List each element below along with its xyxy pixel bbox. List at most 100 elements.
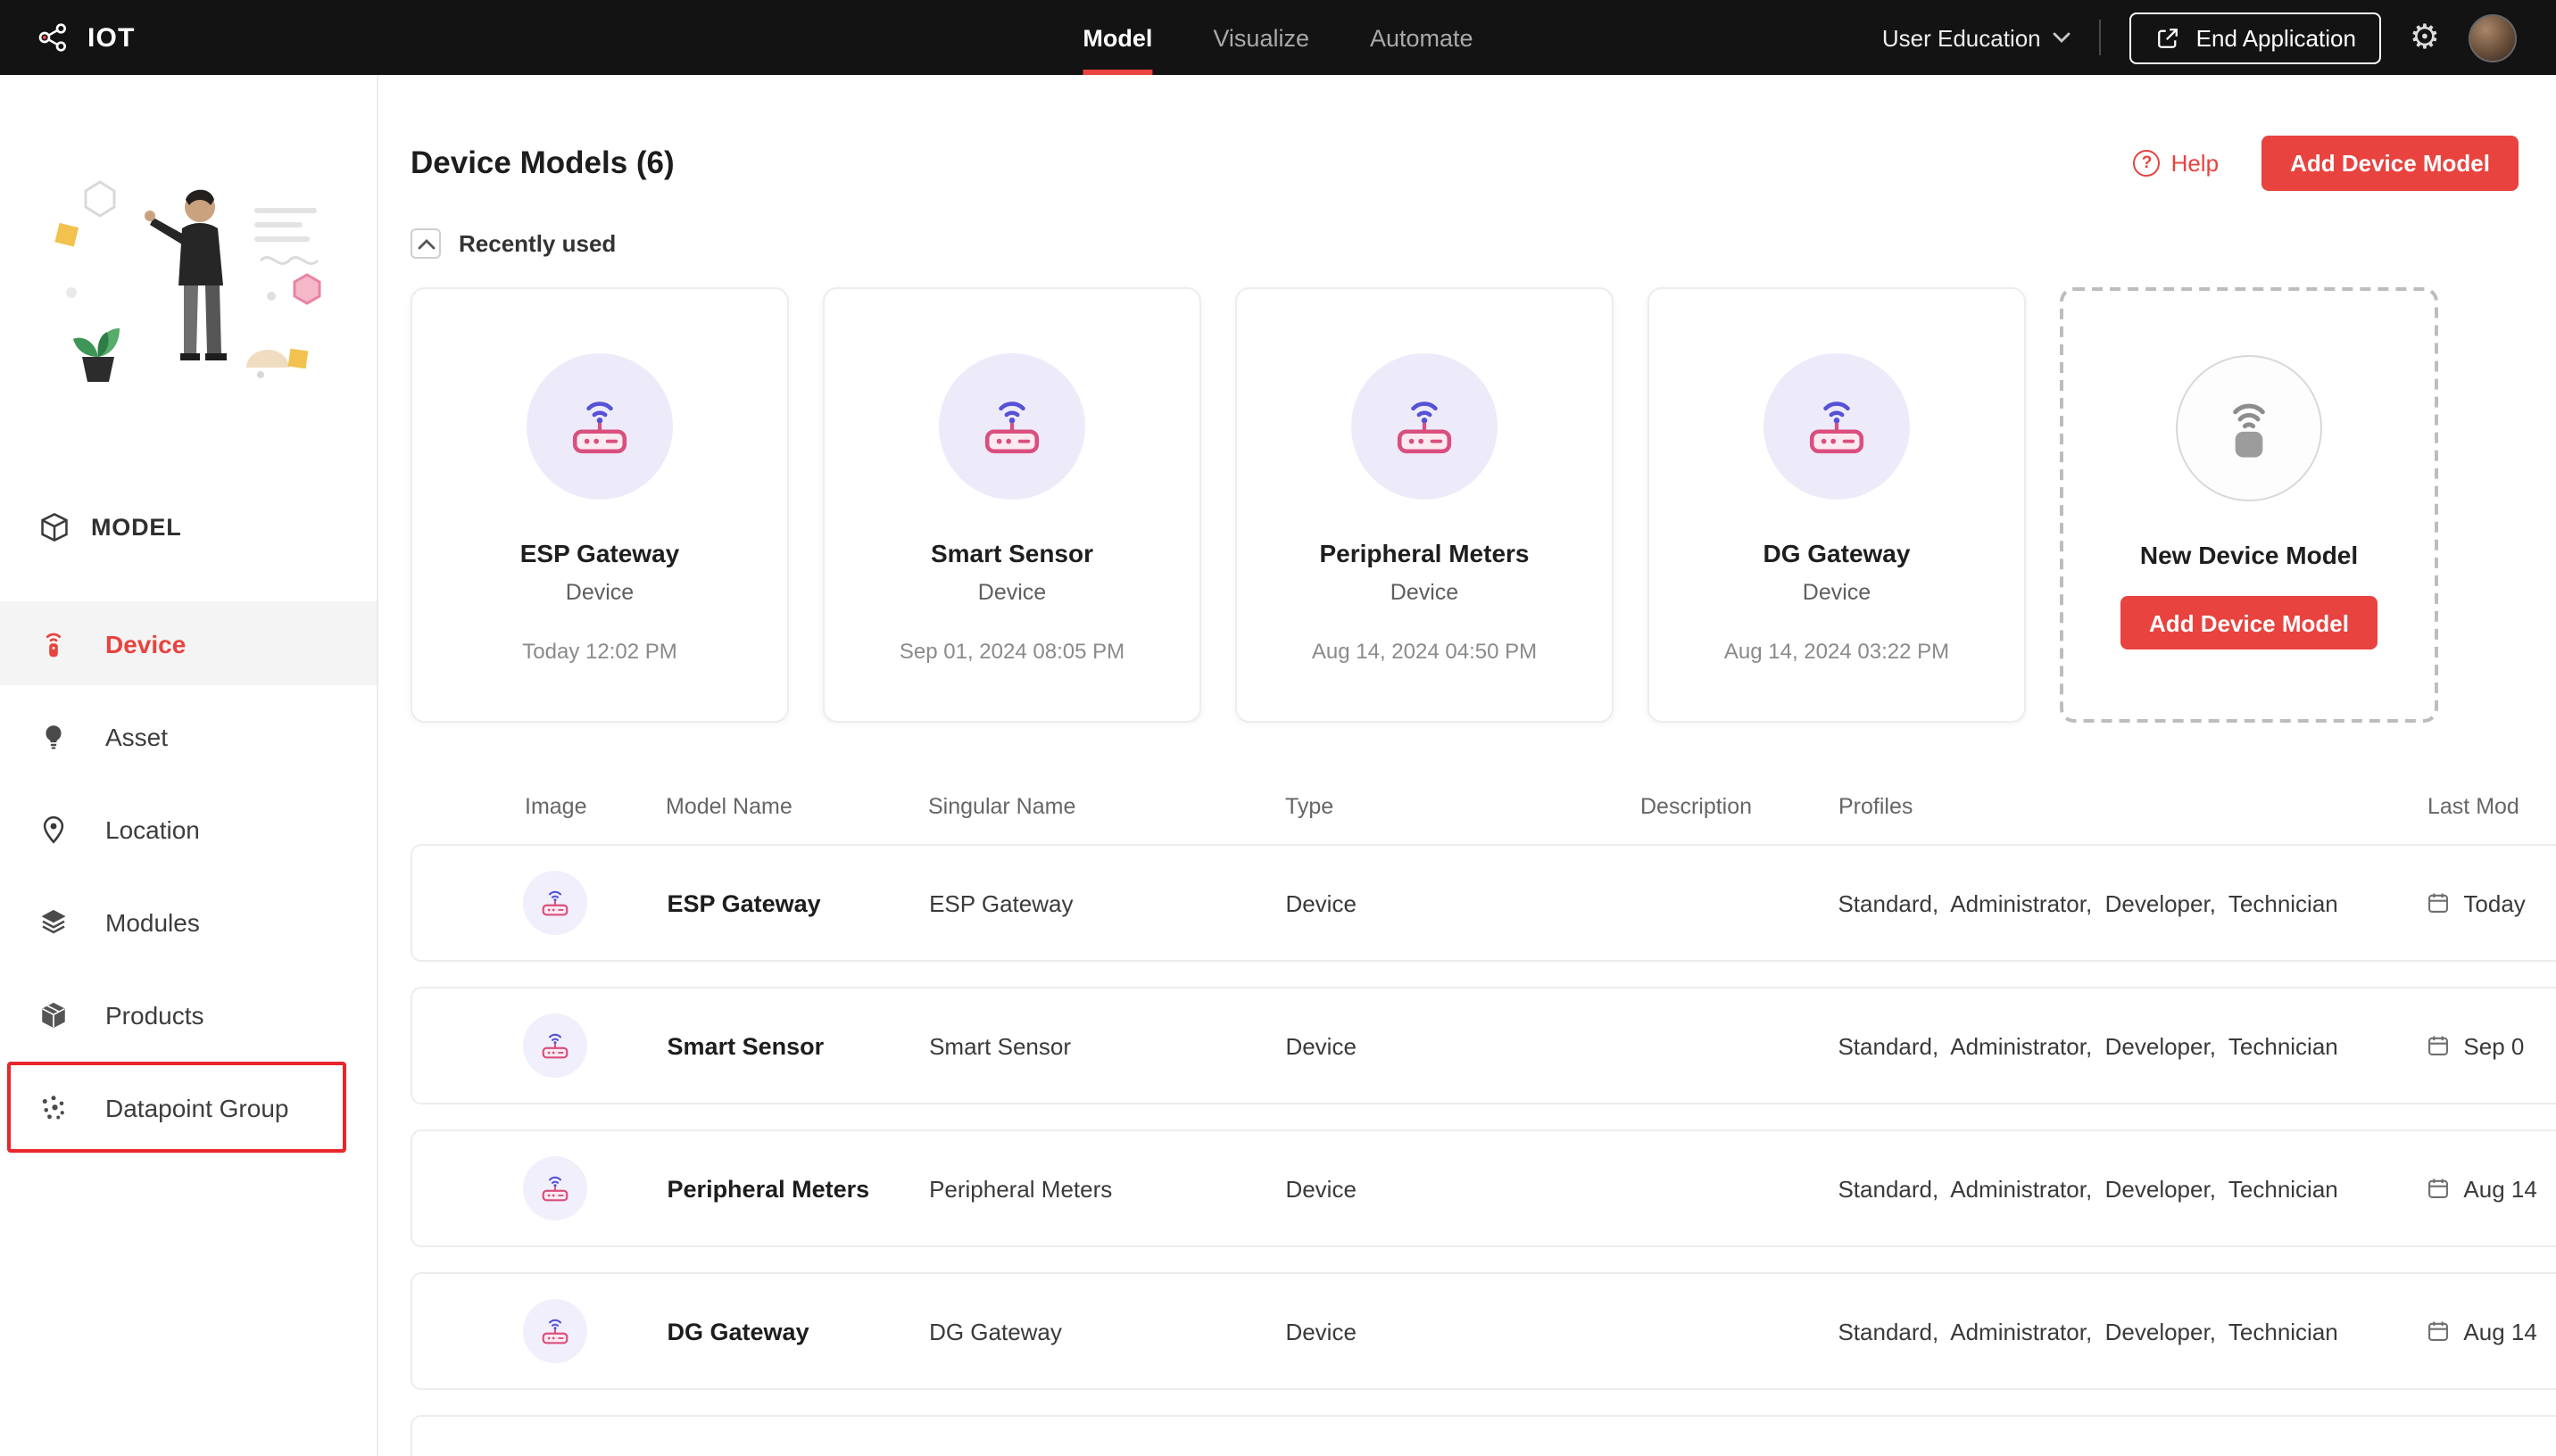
column-header-description: Description (1640, 794, 1753, 819)
sidebar-illustration (46, 157, 331, 400)
router-icon (1351, 353, 1498, 500)
router-icon (527, 353, 673, 500)
recently-used-cards: ESP Gateway Device Today 12:02 PM Smart … (378, 287, 2556, 723)
location-pin-icon (37, 813, 70, 845)
org-label: User Education (1881, 24, 2041, 51)
sidebar-item-device[interactable]: Device (0, 601, 377, 685)
device-model-card[interactable]: DG Gateway Device Aug 14, 2024 03:22 PM (1647, 287, 2026, 723)
row-singular-name: Smart Sensor (929, 1032, 1072, 1059)
row-image-cell (412, 1156, 668, 1220)
calendar-icon (2426, 1033, 2451, 1058)
device-model-card[interactable]: Smart Sensor Device Sep 01, 2024 08:05 P… (823, 287, 1201, 723)
calendar-icon (2426, 1176, 2451, 1201)
router-icon (523, 1299, 587, 1363)
head-actions: ? Help Add Device Model (2133, 136, 2519, 191)
topbar-right: User Education End Application ⚙ (1882, 12, 2556, 63)
device-models-table: Image Model Name Singular Name Type Desc… (378, 794, 2556, 1456)
add-device-model-button[interactable]: Add Device Model (2261, 136, 2519, 191)
column-header-singular-name: Singular Name (928, 794, 1076, 819)
settings-gear-icon[interactable]: ⚙ (2410, 21, 2440, 54)
column-header-last-modified: Last Mod (2427, 794, 2519, 819)
table-row[interactable]: ESP Gateway ESP Gateway Device Standard,… (411, 844, 2556, 962)
router-icon (1763, 353, 1910, 500)
column-header-type: Type (1285, 794, 1334, 819)
column-header-image: Image (525, 794, 587, 819)
router-icon (939, 353, 1085, 500)
card-model-type: Device (977, 580, 1047, 605)
column-header-model-name: Model Name (666, 794, 793, 819)
chevron-down-icon (2054, 32, 2071, 43)
card-last-used: Aug 14, 2024 03:22 PM (1723, 639, 1950, 664)
tab-automate[interactable]: Automate (1370, 0, 1473, 75)
collapse-toggle[interactable] (411, 228, 441, 259)
modules-layers-icon (37, 906, 70, 938)
row-last-modified: Aug 14 (2426, 1175, 2556, 1202)
device-model-card[interactable]: ESP Gateway Device Today 12:02 PM (411, 287, 789, 723)
row-type: Device (1285, 1175, 1357, 1202)
row-profiles: Standard, Administrator, Developer, Tech… (1838, 889, 2338, 916)
add-device-model-card-button[interactable]: Add Device Model (2120, 596, 2378, 649)
card-model-type: Device (1390, 580, 1459, 605)
calendar-icon (2426, 1319, 2451, 1344)
card-last-used: Sep 01, 2024 08:05 PM (899, 639, 1125, 664)
recently-used-label: Recently used (459, 230, 617, 257)
row-image-cell (412, 871, 668, 935)
device-icon (37, 627, 70, 659)
topbar: IOT Model Visualize Automate User Educat… (0, 0, 2556, 75)
row-singular-name: ESP Gateway (929, 889, 1074, 916)
row-singular-name: Peripheral Meters (929, 1175, 1113, 1202)
sidebar-item-location[interactable]: Location (0, 787, 377, 871)
card-last-used: Aug 14, 2024 04:50 PM (1311, 639, 1538, 664)
chevron-up-icon (417, 238, 435, 249)
new-device-icon (2176, 355, 2322, 501)
sidebar-menu: Device Asset Location Modules Products D… (0, 601, 377, 1153)
tab-visualize[interactable]: Visualize (1213, 0, 1309, 75)
table-row[interactable]: Peripheral Meters Peripheral Meters Devi… (411, 1129, 2556, 1247)
row-singular-name: DG Gateway (929, 1318, 1062, 1344)
row-last-modified: Aug 14 (2426, 1318, 2556, 1344)
row-type: Device (1285, 1318, 1357, 1344)
end-application-button[interactable]: End Application (2129, 12, 2381, 63)
sidebar-item-asset[interactable]: Asset (0, 694, 377, 778)
external-link-icon (2155, 24, 2182, 51)
sidebar-item-modules[interactable]: Modules (0, 880, 377, 964)
brand[interactable]: IOT (0, 20, 136, 55)
user-avatar[interactable] (2469, 13, 2517, 62)
device-model-card[interactable]: Peripheral Meters Device Aug 14, 2024 04… (1235, 287, 1614, 723)
sidebar: MODEL Device Asset Location Modules Prod… (0, 75, 378, 1456)
model-section-label: MODEL (91, 514, 182, 541)
table-row[interactable] (411, 1415, 2556, 1456)
org-selector[interactable]: User Education (1882, 24, 2071, 51)
tab-model[interactable]: Model (1083, 0, 1152, 75)
datapoint-group-dots-icon (37, 1091, 70, 1123)
router-icon (523, 1156, 587, 1220)
page-title: Device Models (6) (411, 145, 675, 180)
card-model-name: ESP Gateway (519, 539, 680, 567)
model-section-header: MODEL (0, 510, 377, 544)
row-type: Device (1285, 889, 1357, 916)
table-row[interactable]: DG Gateway DG Gateway Device Standard, A… (411, 1272, 2556, 1390)
card-model-type: Device (565, 580, 635, 605)
row-profiles: Standard, Administrator, Developer, Tech… (1838, 1032, 2338, 1059)
recently-used-section-header: Recently used (378, 228, 2556, 259)
new-device-card-title: New Device Model (2139, 541, 2359, 569)
row-profiles: Standard, Administrator, Developer, Tech… (1838, 1318, 2338, 1344)
card-model-name: Smart Sensor (930, 539, 1094, 567)
card-model-type: Device (1802, 580, 1871, 605)
row-model-name: Smart Sensor (667, 1032, 825, 1059)
sidebar-item-products[interactable]: Products (0, 972, 377, 1056)
topbar-divider (2099, 20, 2102, 55)
sidebar-item-datapoint-group[interactable]: Datapoint Group (0, 1062, 377, 1153)
table-row[interactable]: Smart Sensor Smart Sensor Device Standar… (411, 987, 2556, 1104)
card-last-used: Today 12:02 PM (522, 639, 677, 664)
card-model-name: DG Gateway (1763, 539, 1911, 567)
help-link[interactable]: ? Help (2133, 150, 2219, 177)
page-head: Device Models (6) ? Help Add Device Mode… (378, 75, 2556, 191)
app-window: IOT Model Visualize Automate User Educat… (0, 0, 2556, 1456)
card-model-name: Peripheral Meters (1319, 539, 1530, 567)
calendar-icon (2426, 890, 2451, 915)
row-model-name: ESP Gateway (667, 889, 821, 916)
products-box-icon (37, 998, 70, 1030)
model-cube-icon (37, 510, 71, 544)
row-image-cell (412, 1013, 668, 1078)
